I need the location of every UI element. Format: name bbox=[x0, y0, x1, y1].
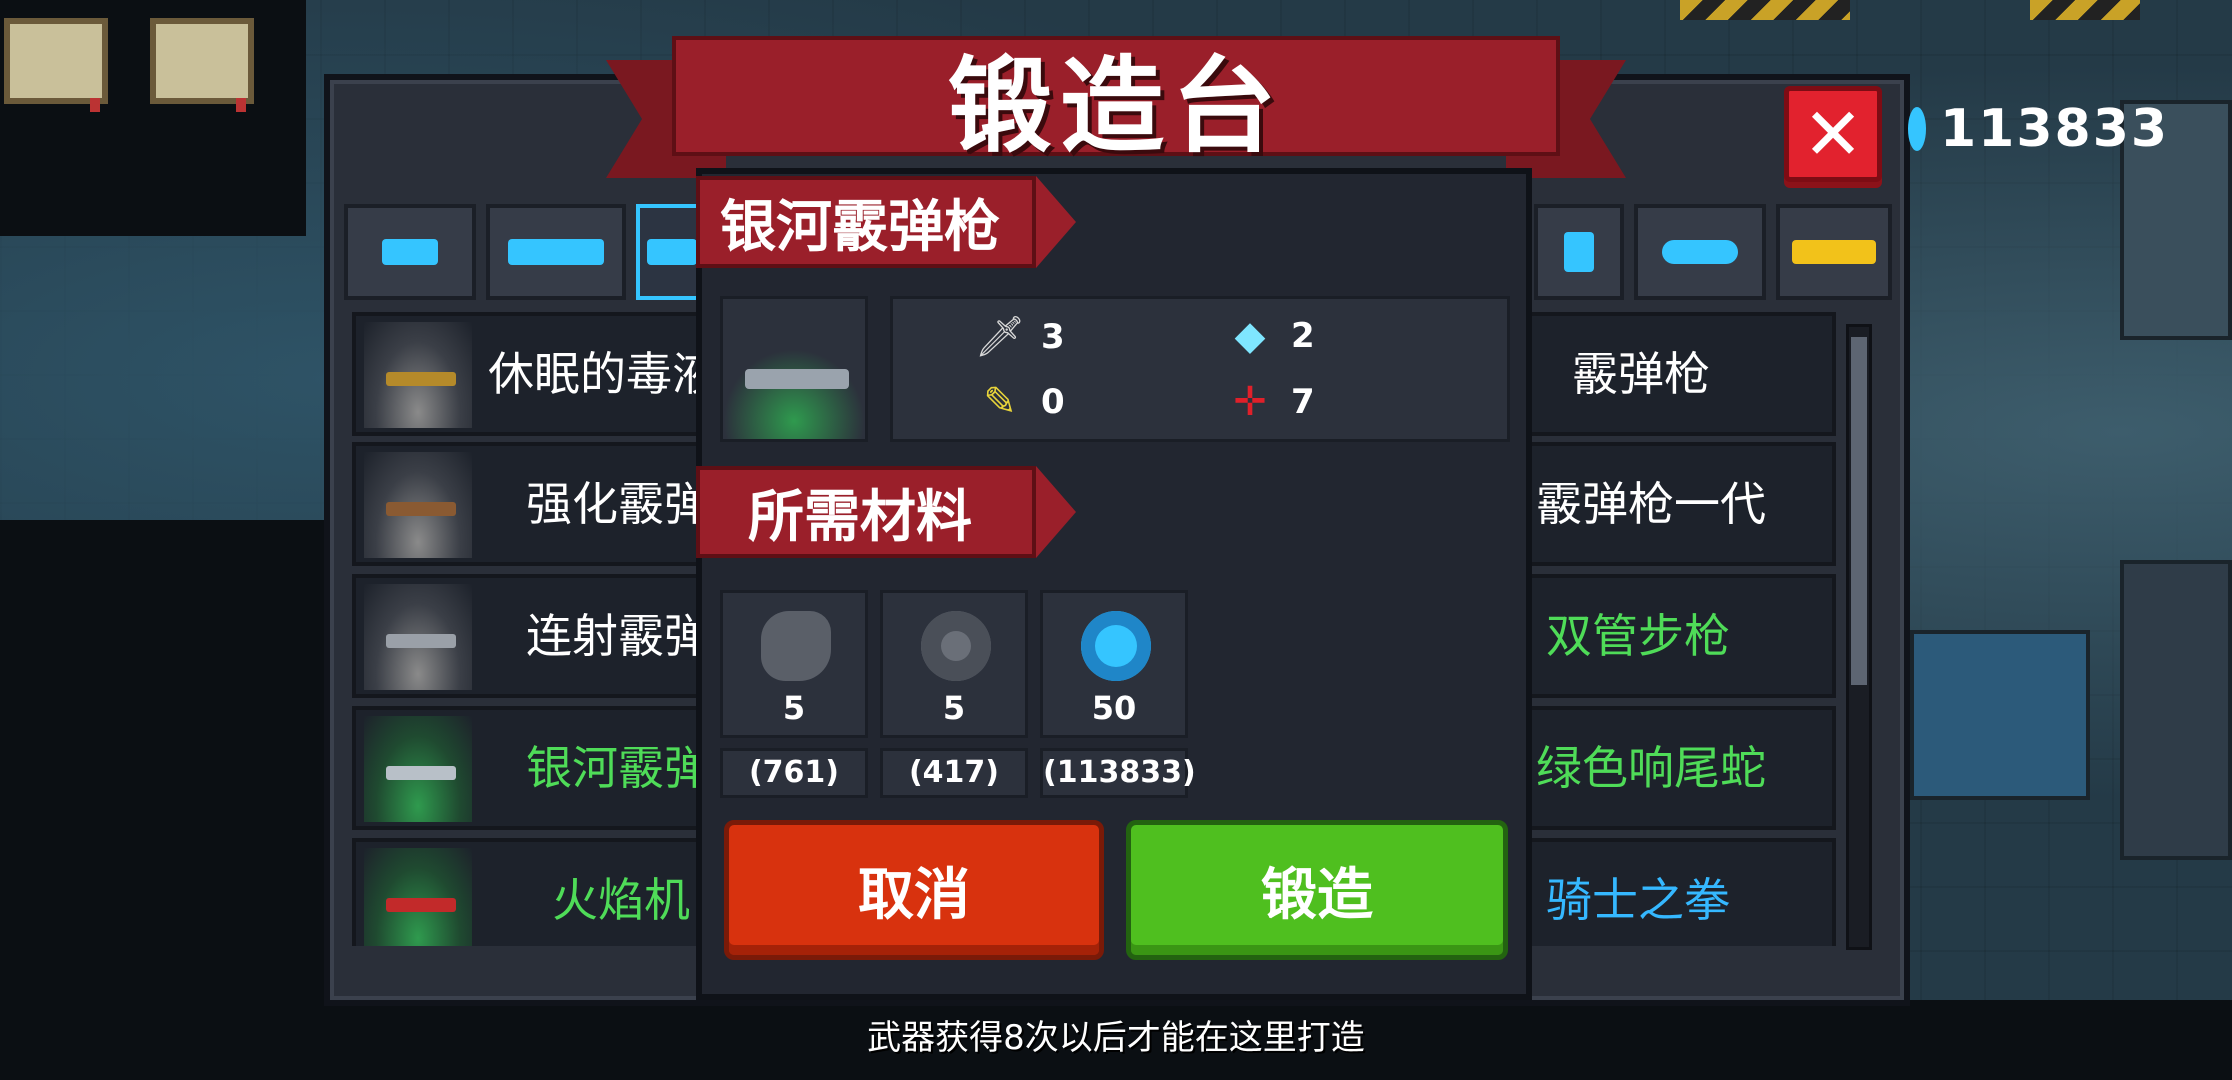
currency-value: 113833 bbox=[1940, 99, 2170, 159]
weapon-name: 霰弹枪 bbox=[1572, 347, 1710, 401]
weapon-thumbnail bbox=[364, 452, 472, 558]
tab-bow[interactable] bbox=[1534, 204, 1624, 300]
close-button[interactable]: ✕ bbox=[1784, 86, 1882, 182]
weapon-name: 双管步枪 bbox=[1546, 609, 1730, 663]
stat-damage: 🗡 3 bbox=[973, 313, 1065, 360]
material-qty: 5 bbox=[782, 689, 806, 727]
scrollbar-thumb[interactable] bbox=[1851, 337, 1867, 685]
wall-picture bbox=[4, 18, 108, 112]
background-machine bbox=[2120, 560, 2232, 860]
wall-picture bbox=[150, 18, 254, 112]
galaxy-shotgun-icon bbox=[386, 766, 456, 780]
gem-icon bbox=[1908, 107, 1926, 151]
sword-icon: 🗡 bbox=[974, 314, 1026, 360]
tab-rifle[interactable] bbox=[486, 204, 626, 300]
material-gem: 50 bbox=[1040, 590, 1188, 738]
brown-shotgun-icon bbox=[386, 502, 456, 516]
stat-accuracy: ✛ 7 bbox=[1223, 379, 1315, 425]
hazard-stripes bbox=[1680, 0, 1850, 20]
weapon-name: 火焰机 bbox=[552, 873, 690, 927]
weapon-name: 霰弹枪一代 bbox=[1536, 477, 1766, 531]
gem-icon bbox=[1081, 611, 1151, 681]
fish-icon bbox=[1662, 240, 1738, 264]
materials-title: 所需材料 bbox=[748, 484, 972, 550]
tab-special[interactable] bbox=[1776, 204, 1892, 300]
page-title: 锻造台 bbox=[672, 36, 1560, 167]
diamond-icon: ◆ bbox=[1234, 313, 1266, 359]
stat-crit: ✎ 0 bbox=[973, 379, 1065, 425]
rifle-icon bbox=[508, 239, 604, 265]
weapon-thumbnail bbox=[364, 584, 472, 690]
weapon-name: 骑士之拳 bbox=[1546, 873, 1730, 927]
flame-gun-icon bbox=[386, 898, 456, 912]
stat-energy: ◆ 2 bbox=[1223, 313, 1315, 359]
background-floor-shadow bbox=[0, 520, 330, 1080]
material-gear: 5 bbox=[880, 590, 1028, 738]
material-owned: (417) bbox=[880, 748, 1028, 798]
galaxy-shotgun-icon bbox=[745, 369, 849, 389]
weapon-name: 绿色响尾蛇 bbox=[1536, 741, 1766, 795]
close-icon: ✕ bbox=[1802, 92, 1864, 176]
weapon-name-ribbon: 银河霰弹枪 bbox=[696, 176, 1076, 268]
weapon-stats: 🗡 3 ◆ 2 ✎ 0 ✛ 7 bbox=[890, 296, 1510, 442]
gray-shotgun-icon bbox=[386, 634, 456, 648]
bow-icon bbox=[1564, 232, 1594, 272]
gear-icon bbox=[921, 611, 991, 681]
weapon-name: 连射霰弹 bbox=[526, 609, 710, 663]
shotgun-icon bbox=[647, 239, 697, 265]
material-ore: 5 bbox=[720, 590, 868, 738]
stat-value: 0 bbox=[1041, 382, 1065, 422]
background-table bbox=[1910, 630, 2090, 800]
pistol-icon bbox=[382, 239, 438, 265]
material-owned: (113833) bbox=[1040, 748, 1196, 798]
forge-button[interactable]: 锻造 bbox=[1126, 820, 1508, 960]
currency-display: 113833 bbox=[1908, 94, 2169, 164]
cancel-button[interactable]: 取消 bbox=[724, 820, 1104, 960]
weapon-preview bbox=[720, 296, 868, 442]
feather-icon: ✎ bbox=[983, 379, 1017, 425]
gold-shotgun-icon bbox=[386, 372, 456, 386]
stat-value: 7 bbox=[1291, 382, 1315, 422]
material-owned: (761) bbox=[720, 748, 868, 798]
weapon-thumbnail bbox=[364, 716, 472, 822]
weapon-thumbnail bbox=[364, 848, 472, 946]
hazard-stripes bbox=[2030, 0, 2140, 20]
ore-icon bbox=[761, 611, 831, 681]
material-qty: 50 bbox=[1091, 689, 1137, 727]
material-qty: 5 bbox=[942, 689, 966, 727]
weapon-name: 银河霰弹 bbox=[526, 741, 710, 795]
tab-fish[interactable] bbox=[1634, 204, 1766, 300]
title-text: 锻造台 bbox=[947, 44, 1284, 167]
weapon-detail-name: 银河霰弹枪 bbox=[720, 194, 1000, 260]
list-scrollbar[interactable] bbox=[1846, 324, 1872, 950]
weapon-name: 休眠的毒液 bbox=[488, 347, 718, 401]
stat-value: 3 bbox=[1041, 316, 1065, 357]
forge-label: 锻造 bbox=[1261, 862, 1373, 928]
cancel-label: 取消 bbox=[858, 862, 970, 928]
materials-ribbon: 所需材料 bbox=[696, 466, 1076, 558]
crown-icon bbox=[1792, 240, 1876, 264]
rarity-glow bbox=[723, 349, 865, 439]
crosshair-icon: ✛ bbox=[1233, 379, 1267, 425]
forge-hint: 武器获得8次以后才能在这里打造 bbox=[867, 1018, 1365, 1058]
stat-value: 2 bbox=[1291, 316, 1315, 356]
weapon-name: 强化霰弹 bbox=[526, 477, 710, 531]
tab-pistol[interactable] bbox=[344, 204, 476, 300]
weapon-thumbnail bbox=[364, 322, 472, 428]
